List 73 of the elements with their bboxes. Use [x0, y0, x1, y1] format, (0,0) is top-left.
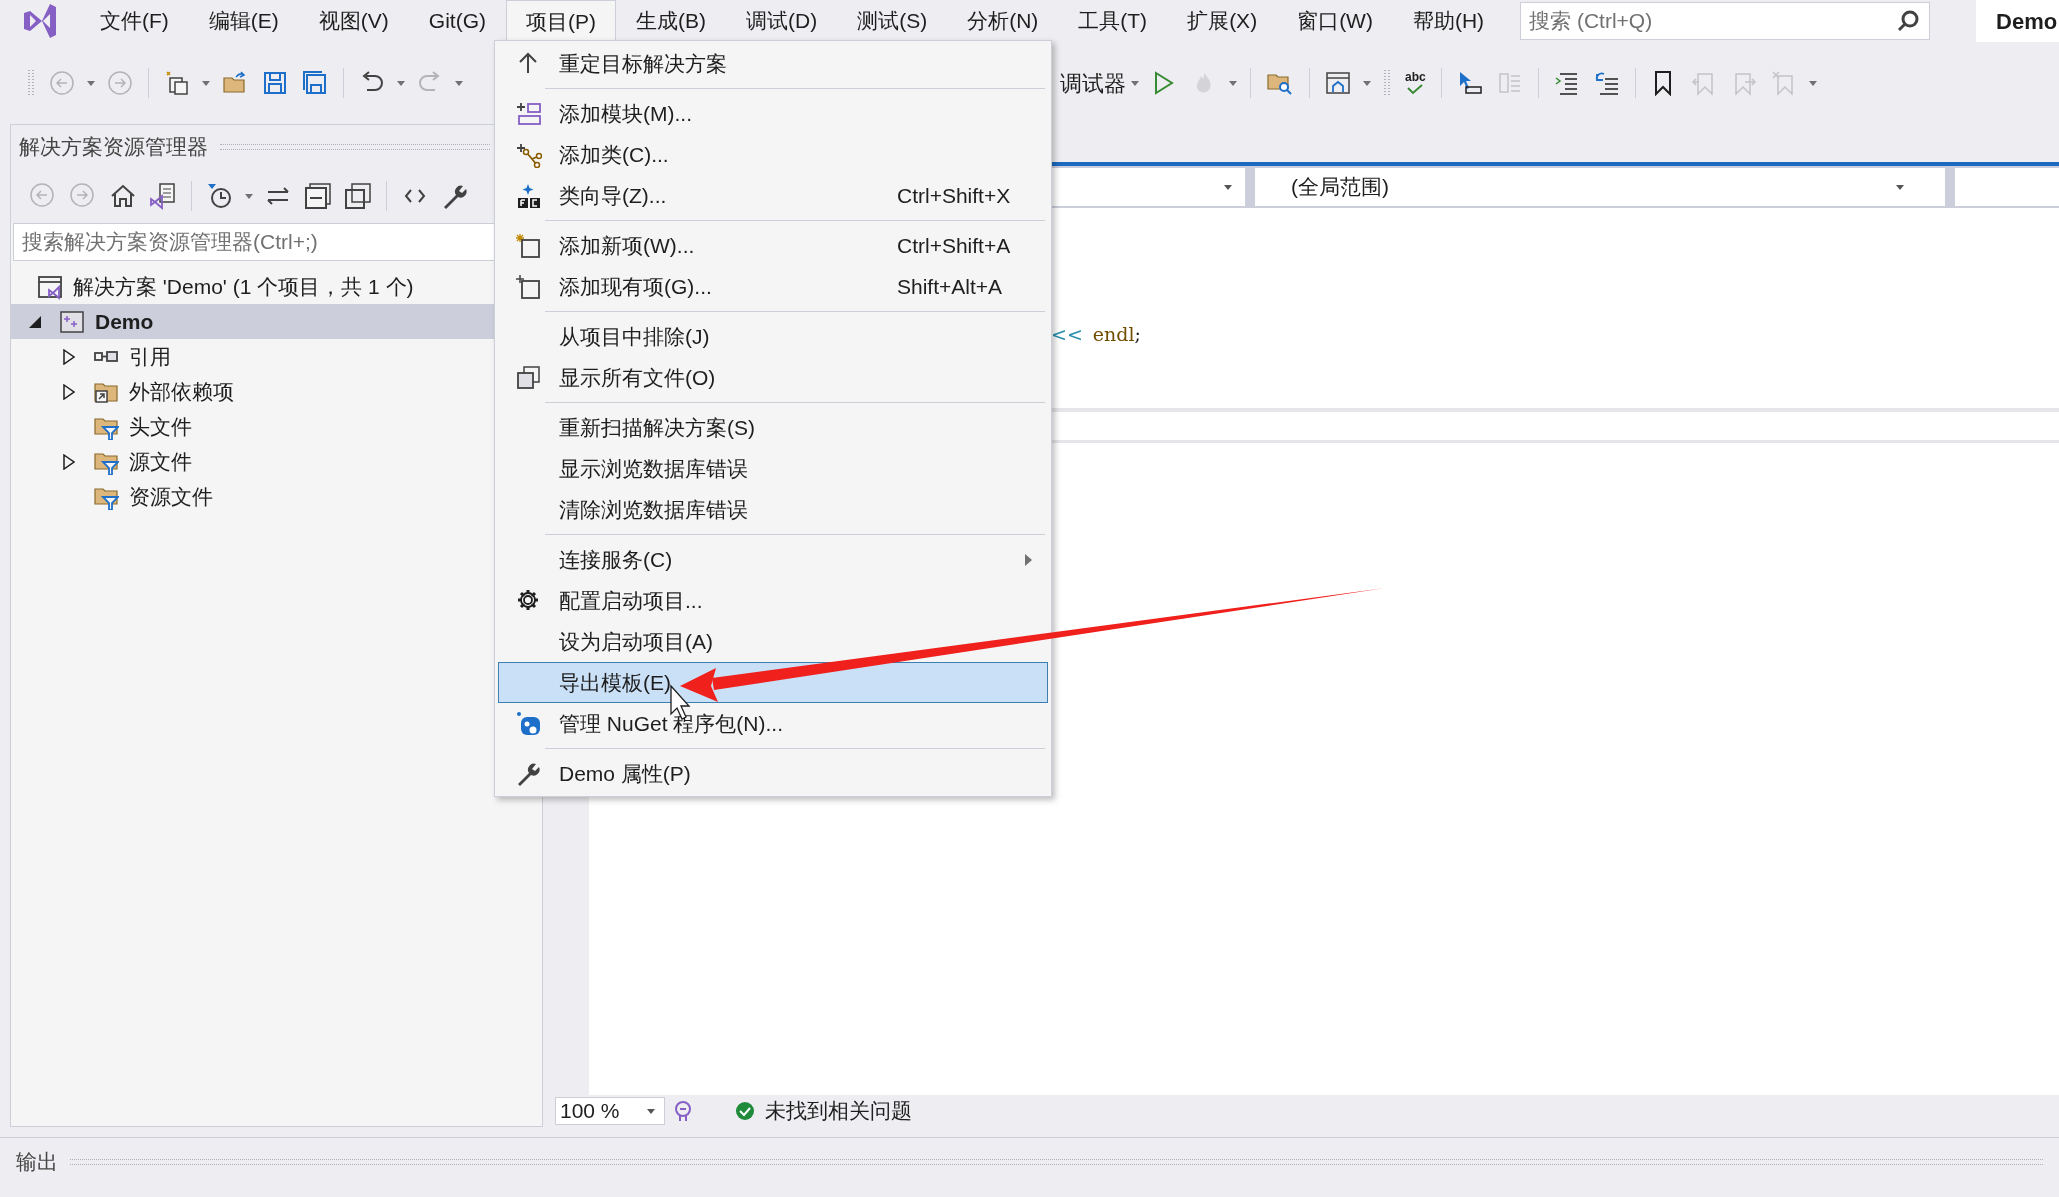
menu-bar-item[interactable]: 生成(B) [616, 0, 726, 42]
dropdown-caret-icon[interactable] [1130, 79, 1140, 87]
dropdown-caret-icon[interactable] [1228, 79, 1238, 87]
menu-bar-item[interactable]: 分析(N) [947, 0, 1059, 42]
dropdown-caret-icon[interactable] [1895, 183, 1905, 191]
panel-title: 输出 [16, 1148, 58, 1175]
dropdown-caret-icon[interactable] [1223, 183, 1233, 191]
show-all-files-icon[interactable] [344, 182, 372, 210]
menu-bar-item[interactable]: 编辑(E) [188, 0, 299, 42]
collapse-all-icon[interactable] [304, 182, 332, 210]
new-item-icon [516, 232, 542, 259]
menu-bar-item[interactable]: 项目(P) [506, 0, 616, 42]
dropdown-caret-icon[interactable] [454, 79, 464, 87]
scope-dropdown[interactable]: (全局范围) [1255, 168, 1945, 206]
debugger-button[interactable]: 调试器 [1060, 66, 1126, 100]
menu-item[interactable]: 类向导(Z)... Ctrl+Shift+X [498, 175, 1048, 216]
new-project-icon[interactable] [164, 70, 190, 96]
menu-bar-item[interactable]: 工具(T) [1058, 0, 1168, 42]
collapsed-triangle-icon[interactable] [63, 383, 75, 400]
dropdown-caret-icon[interactable] [244, 192, 254, 200]
search-icon [1896, 9, 1921, 33]
add-module-icon [516, 100, 542, 127]
zoom-dropdown[interactable]: 100 % [555, 1097, 665, 1125]
menu-item[interactable]: 配置启动项目... [498, 580, 1048, 621]
home-icon[interactable] [109, 182, 137, 210]
menu-item[interactable]: 连接服务(C) [498, 539, 1048, 580]
check-circle-icon [735, 1101, 755, 1121]
menu-item[interactable]: 管理 NuGet 程序包(N)... [498, 703, 1048, 744]
window-home-icon[interactable] [1325, 70, 1351, 96]
collapsed-triangle-icon[interactable] [63, 453, 75, 470]
menu-bar-item[interactable]: 窗口(W) [1277, 0, 1393, 42]
collapsed-triangle-icon[interactable] [63, 348, 75, 365]
menu-item[interactable]: 添加类(C)... [498, 134, 1048, 175]
menu-bar-item[interactable]: 视图(V) [298, 0, 409, 42]
search-field[interactable]: 搜索 (Ctrl+Q) [1520, 2, 1931, 40]
check-icon [1406, 83, 1425, 95]
project-icon [59, 308, 85, 335]
menu-bar-item[interactable]: 帮助(H) [1392, 0, 1505, 42]
package-icon [516, 710, 542, 737]
class-wizard-icon [516, 182, 542, 209]
menu-bar-item[interactable]: Git(G) [408, 0, 506, 42]
menu-bar-item[interactable]: 文件(F) [80, 0, 189, 42]
menu-item[interactable]: 添加模块(M)... [498, 93, 1048, 134]
save-icon[interactable] [262, 70, 288, 96]
dropdown-caret-icon[interactable] [646, 1107, 656, 1115]
dropdown-caret-icon[interactable] [396, 79, 406, 87]
dropdown-caret-icon[interactable] [1807, 79, 1818, 87]
menu-bar-item[interactable]: 扩展(X) [1167, 0, 1278, 42]
save-all-icon[interactable] [302, 70, 328, 96]
menu-item[interactable]: 设为启动项目(A) [498, 621, 1048, 662]
spell-check-button[interactable]: abc [1405, 71, 1426, 95]
pending-changes-filter-icon[interactable] [206, 182, 234, 210]
issues-status: 未找到相关问题 [765, 1098, 912, 1125]
solution-name: Demo [1976, 0, 2059, 42]
dropdown-caret-icon[interactable] [201, 79, 211, 87]
document-switch-icon[interactable] [149, 182, 177, 210]
indent-icon[interactable] [1553, 70, 1580, 96]
panel-title: 解决方案资源管理器 [19, 134, 208, 161]
menu-item[interactable]: 重定目标解决方案 [498, 43, 1048, 84]
dropdown-caret-icon[interactable] [86, 79, 96, 87]
menu-item[interactable]: Demo 属性(P) [498, 753, 1048, 794]
open-folder-icon[interactable] [222, 70, 248, 96]
menu-bar-item[interactable]: 测试(S) [837, 0, 948, 42]
toolbar-grip-icon [1383, 68, 1391, 98]
menu-bar-item[interactable]: 调试(D) [726, 0, 838, 42]
show-all-files-icon [516, 364, 542, 391]
toolbar-grip-icon [27, 68, 35, 98]
outdent-icon[interactable] [1593, 70, 1620, 96]
existing-item-icon [516, 273, 542, 300]
code-line: << endl; [1051, 321, 1141, 347]
solution-icon [37, 273, 63, 300]
dropdown-caret-icon[interactable] [1362, 79, 1372, 87]
add-class-icon [516, 141, 542, 168]
